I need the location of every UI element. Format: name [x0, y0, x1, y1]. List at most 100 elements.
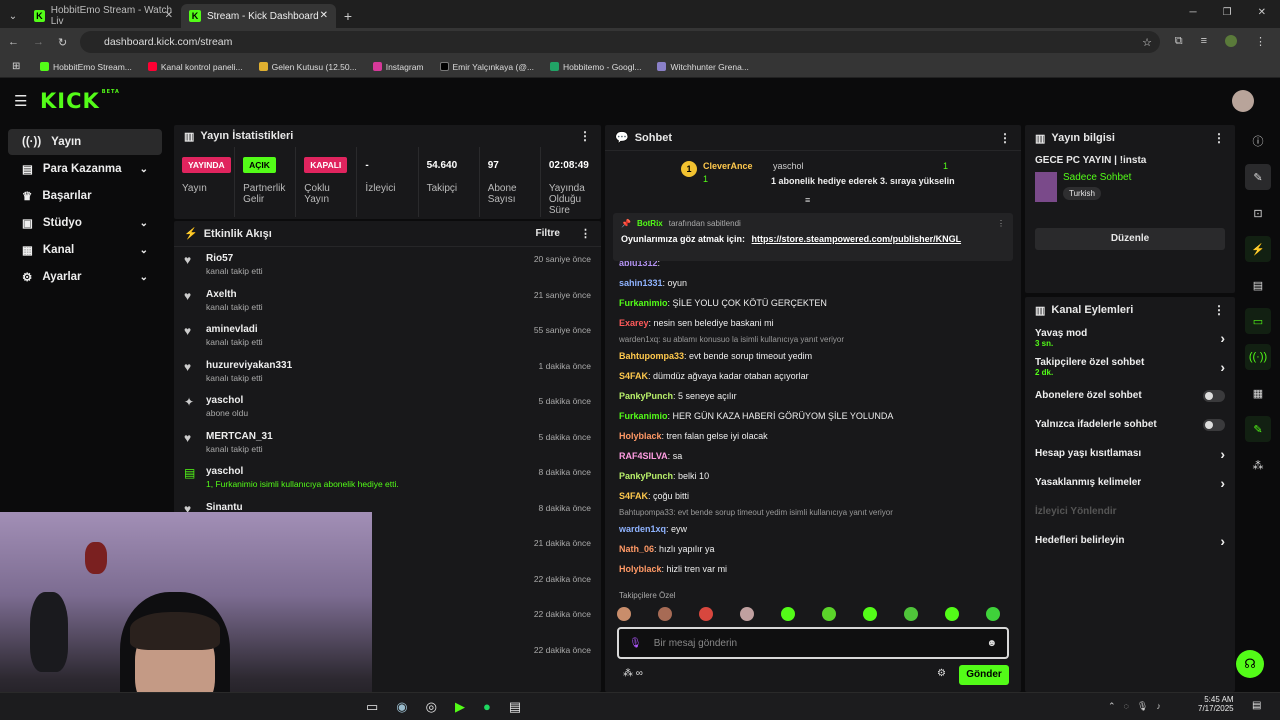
chat-message[interactable]: warden1xq: eyw	[605, 519, 1021, 539]
kick-logo[interactable]: KICK BETA	[40, 89, 120, 113]
more-options-icon[interactable]: ⋮	[1213, 131, 1225, 145]
emote[interactable]	[986, 607, 1000, 621]
emoji-icon[interactable]: ☻	[986, 638, 997, 649]
browser-tab-2[interactable]: K Stream - Kick Dashboard ✕	[181, 4, 336, 28]
microphone-icon[interactable]: 🎙	[629, 638, 642, 649]
new-tab-icon[interactable]: +	[336, 4, 360, 28]
obs-icon[interactable]: ◎	[426, 699, 437, 715]
activity-user[interactable]: yaschol	[206, 466, 399, 477]
send-button[interactable]: Gönder	[959, 665, 1009, 685]
close-tab-icon[interactable]: ✕	[320, 10, 328, 21]
channel-action-row[interactable]: Hesap yaşı kısıtlaması ›	[1025, 439, 1235, 468]
bolt-icon[interactable]: ⚡	[1245, 236, 1271, 262]
chat-username[interactable]: S4FAK	[619, 371, 648, 381]
file-explorer-icon[interactable]: ▭	[366, 699, 378, 715]
capture-icon[interactable]: ⊡	[1245, 200, 1271, 226]
bookmark[interactable]: Gelen Kutusu (12.50...	[258, 62, 357, 72]
collapse-icon[interactable]: ≡	[805, 195, 810, 205]
chat-message[interactable]: Furkanimio: HER GÜN KAZA HABERİ GÖRÜYOM …	[605, 406, 1021, 426]
sidebar-item-yayin[interactable]: ((·)) Yayın	[8, 129, 162, 155]
chat-message[interactable]: PankyPunch: 5 seneye açılır	[605, 386, 1021, 406]
browser-tab-1[interactable]: K HobbitEmo Stream - Watch Liv ✕	[26, 4, 181, 28]
chat-username[interactable]: Furkanimio	[619, 411, 668, 421]
chat-message[interactable]: Furkanimio: ŞİLE YOLU ÇOK KÖTÜ GERÇEKTEN	[605, 293, 1021, 313]
close-window-icon[interactable]: ✕	[1258, 7, 1266, 18]
activity-user[interactable]: Axelth	[206, 289, 263, 300]
channel-action-row[interactable]: Abonelere özel sohbet	[1025, 381, 1235, 410]
more-options-icon[interactable]: ⋮	[999, 131, 1011, 145]
chat-message[interactable]: Holyblack: hizli tren var mi	[605, 559, 1021, 579]
profile-icon[interactable]	[1225, 35, 1237, 47]
channel-action-row[interactable]: Yavaş mod 3 sn. ›	[1025, 323, 1235, 352]
broadcast-icon[interactable]: ((·))	[1245, 344, 1271, 370]
extensions-icon[interactable]: ⧉	[1175, 35, 1183, 48]
restore-icon[interactable]: ❐	[1223, 7, 1232, 18]
bookmark[interactable]: Witchhunter Grena...	[657, 62, 749, 72]
channel-action-row[interactable]: Takipçilere özel sohbet 2 dk. ›	[1025, 352, 1235, 381]
spotify-icon[interactable]: ●	[483, 699, 491, 715]
chat-message[interactable]: S4FAK: dümdüz ağvaya kadar otaban açıyor…	[605, 366, 1021, 386]
emote[interactable]	[945, 607, 959, 621]
tab-list-icon[interactable]: ⌄	[0, 4, 26, 28]
chat-username[interactable]: PankyPunch	[619, 471, 673, 481]
channel-action-row[interactable]: Hedefleri belirleyin ›	[1025, 526, 1235, 555]
notification-icon[interactable]: ▤	[1252, 700, 1261, 711]
chat-settings-icon[interactable]: ⚙	[937, 668, 946, 679]
kick-app-icon[interactable]: ▶	[455, 699, 465, 715]
hamburger-menu-icon[interactable]: ☰	[14, 92, 27, 110]
close-tab-icon[interactable]: ✕	[165, 10, 173, 21]
chat-username[interactable]: Bahtupompa33	[619, 351, 684, 361]
chat-message[interactable]: Bahtupompa33: evt bende sorup timeout ye…	[605, 346, 1021, 366]
emote[interactable]	[658, 607, 672, 621]
chat-message[interactable]: sahin1331: oyun	[605, 273, 1021, 293]
media-icon[interactable]: ≡	[1201, 35, 1207, 48]
bookmark[interactable]: HobbitEmo Stream...	[40, 62, 132, 72]
activity-user[interactable]: aminevladi	[206, 324, 263, 335]
chat-username[interactable]: Holyblack	[619, 564, 662, 574]
sidebar-item-basarilar[interactable]: ♛ Başarılar	[8, 183, 162, 209]
activity-user[interactable]: MERTCAN_31	[206, 431, 273, 442]
edit-button[interactable]: Düzenle	[1035, 228, 1225, 250]
more-options-icon[interactable]: ⋮	[579, 129, 591, 143]
url-field[interactable]: dashboard.kick.com/stream ☆	[80, 31, 1160, 53]
bookmark-star-icon[interactable]: ☆	[1142, 36, 1152, 49]
chat-message[interactable]: S4FAK: çoğu bitti	[605, 486, 1021, 506]
back-icon[interactable]: ←	[8, 36, 19, 48]
pinned-message[interactable]: 📌 BotRix tarafından sabitlendi ⋮ Oyunlar…	[613, 213, 1013, 261]
bookmark[interactable]: Instagram	[372, 62, 424, 72]
chat-username[interactable]: Holyblack	[619, 431, 662, 441]
chat-message[interactable]: PankyPunch: belki 10	[605, 466, 1021, 486]
sidebar-item-para-kazanma[interactable]: ▤ Para Kazanma ⌄	[8, 156, 162, 182]
chat-tools-icon[interactable]: ⁂ ∞	[623, 668, 643, 679]
category-name[interactable]: Sadece Sohbet	[1063, 172, 1131, 183]
sidebar-item-studyo[interactable]: ▣ Stüdyo ⌄	[8, 210, 162, 236]
app-icon[interactable]: ▤	[509, 699, 521, 715]
screen-icon[interactable]: ▦	[1245, 380, 1271, 406]
activity-user[interactable]: Sinantu	[206, 502, 243, 513]
chat-username[interactable]: RAF4SILVA	[619, 451, 668, 461]
settings-icon[interactable]: ⁂	[1245, 452, 1271, 478]
chat-username[interactable]: Furkanimio	[619, 298, 668, 308]
edit-icon[interactable]: ✎	[1245, 164, 1271, 190]
sidebar-item-ayarlar[interactable]: ⚙ Ayarlar ⌄	[8, 264, 162, 290]
channel-action-row[interactable]: Yalnızca ifadelerle sohbet	[1025, 410, 1235, 439]
minimize-icon[interactable]: ─	[1190, 7, 1197, 18]
more-options-icon[interactable]: ⋮	[1213, 303, 1225, 317]
toggle-switch[interactable]	[1203, 418, 1225, 431]
pinned-link[interactable]: https://store.steampowered.com/publisher…	[752, 234, 962, 244]
activity-user[interactable]: yaschol	[206, 395, 248, 406]
chat-username[interactable]: S4FAK	[619, 491, 648, 501]
chat-username[interactable]: Nath_06	[619, 544, 654, 554]
emote[interactable]	[781, 607, 795, 621]
chat-username[interactable]: sahin1331	[619, 278, 663, 288]
emote[interactable]	[822, 607, 836, 621]
chat-input[interactable]: 🎙 Bir mesaj gönderin ☻	[617, 627, 1009, 659]
channel-action-row[interactable]: Yasaklanmış kelimeler ›	[1025, 468, 1235, 497]
chat-message[interactable]: Exarey: nesin sen belediye baskani mi	[605, 313, 1021, 333]
emote[interactable]	[699, 607, 713, 621]
bookmark[interactable]: Emir Yalçınkaya (@...	[439, 62, 534, 72]
support-icon[interactable]: ☊	[1236, 650, 1264, 678]
forward-icon[interactable]: →	[33, 36, 44, 48]
emote[interactable]	[863, 607, 877, 621]
steam-icon[interactable]: ◉	[396, 699, 407, 715]
